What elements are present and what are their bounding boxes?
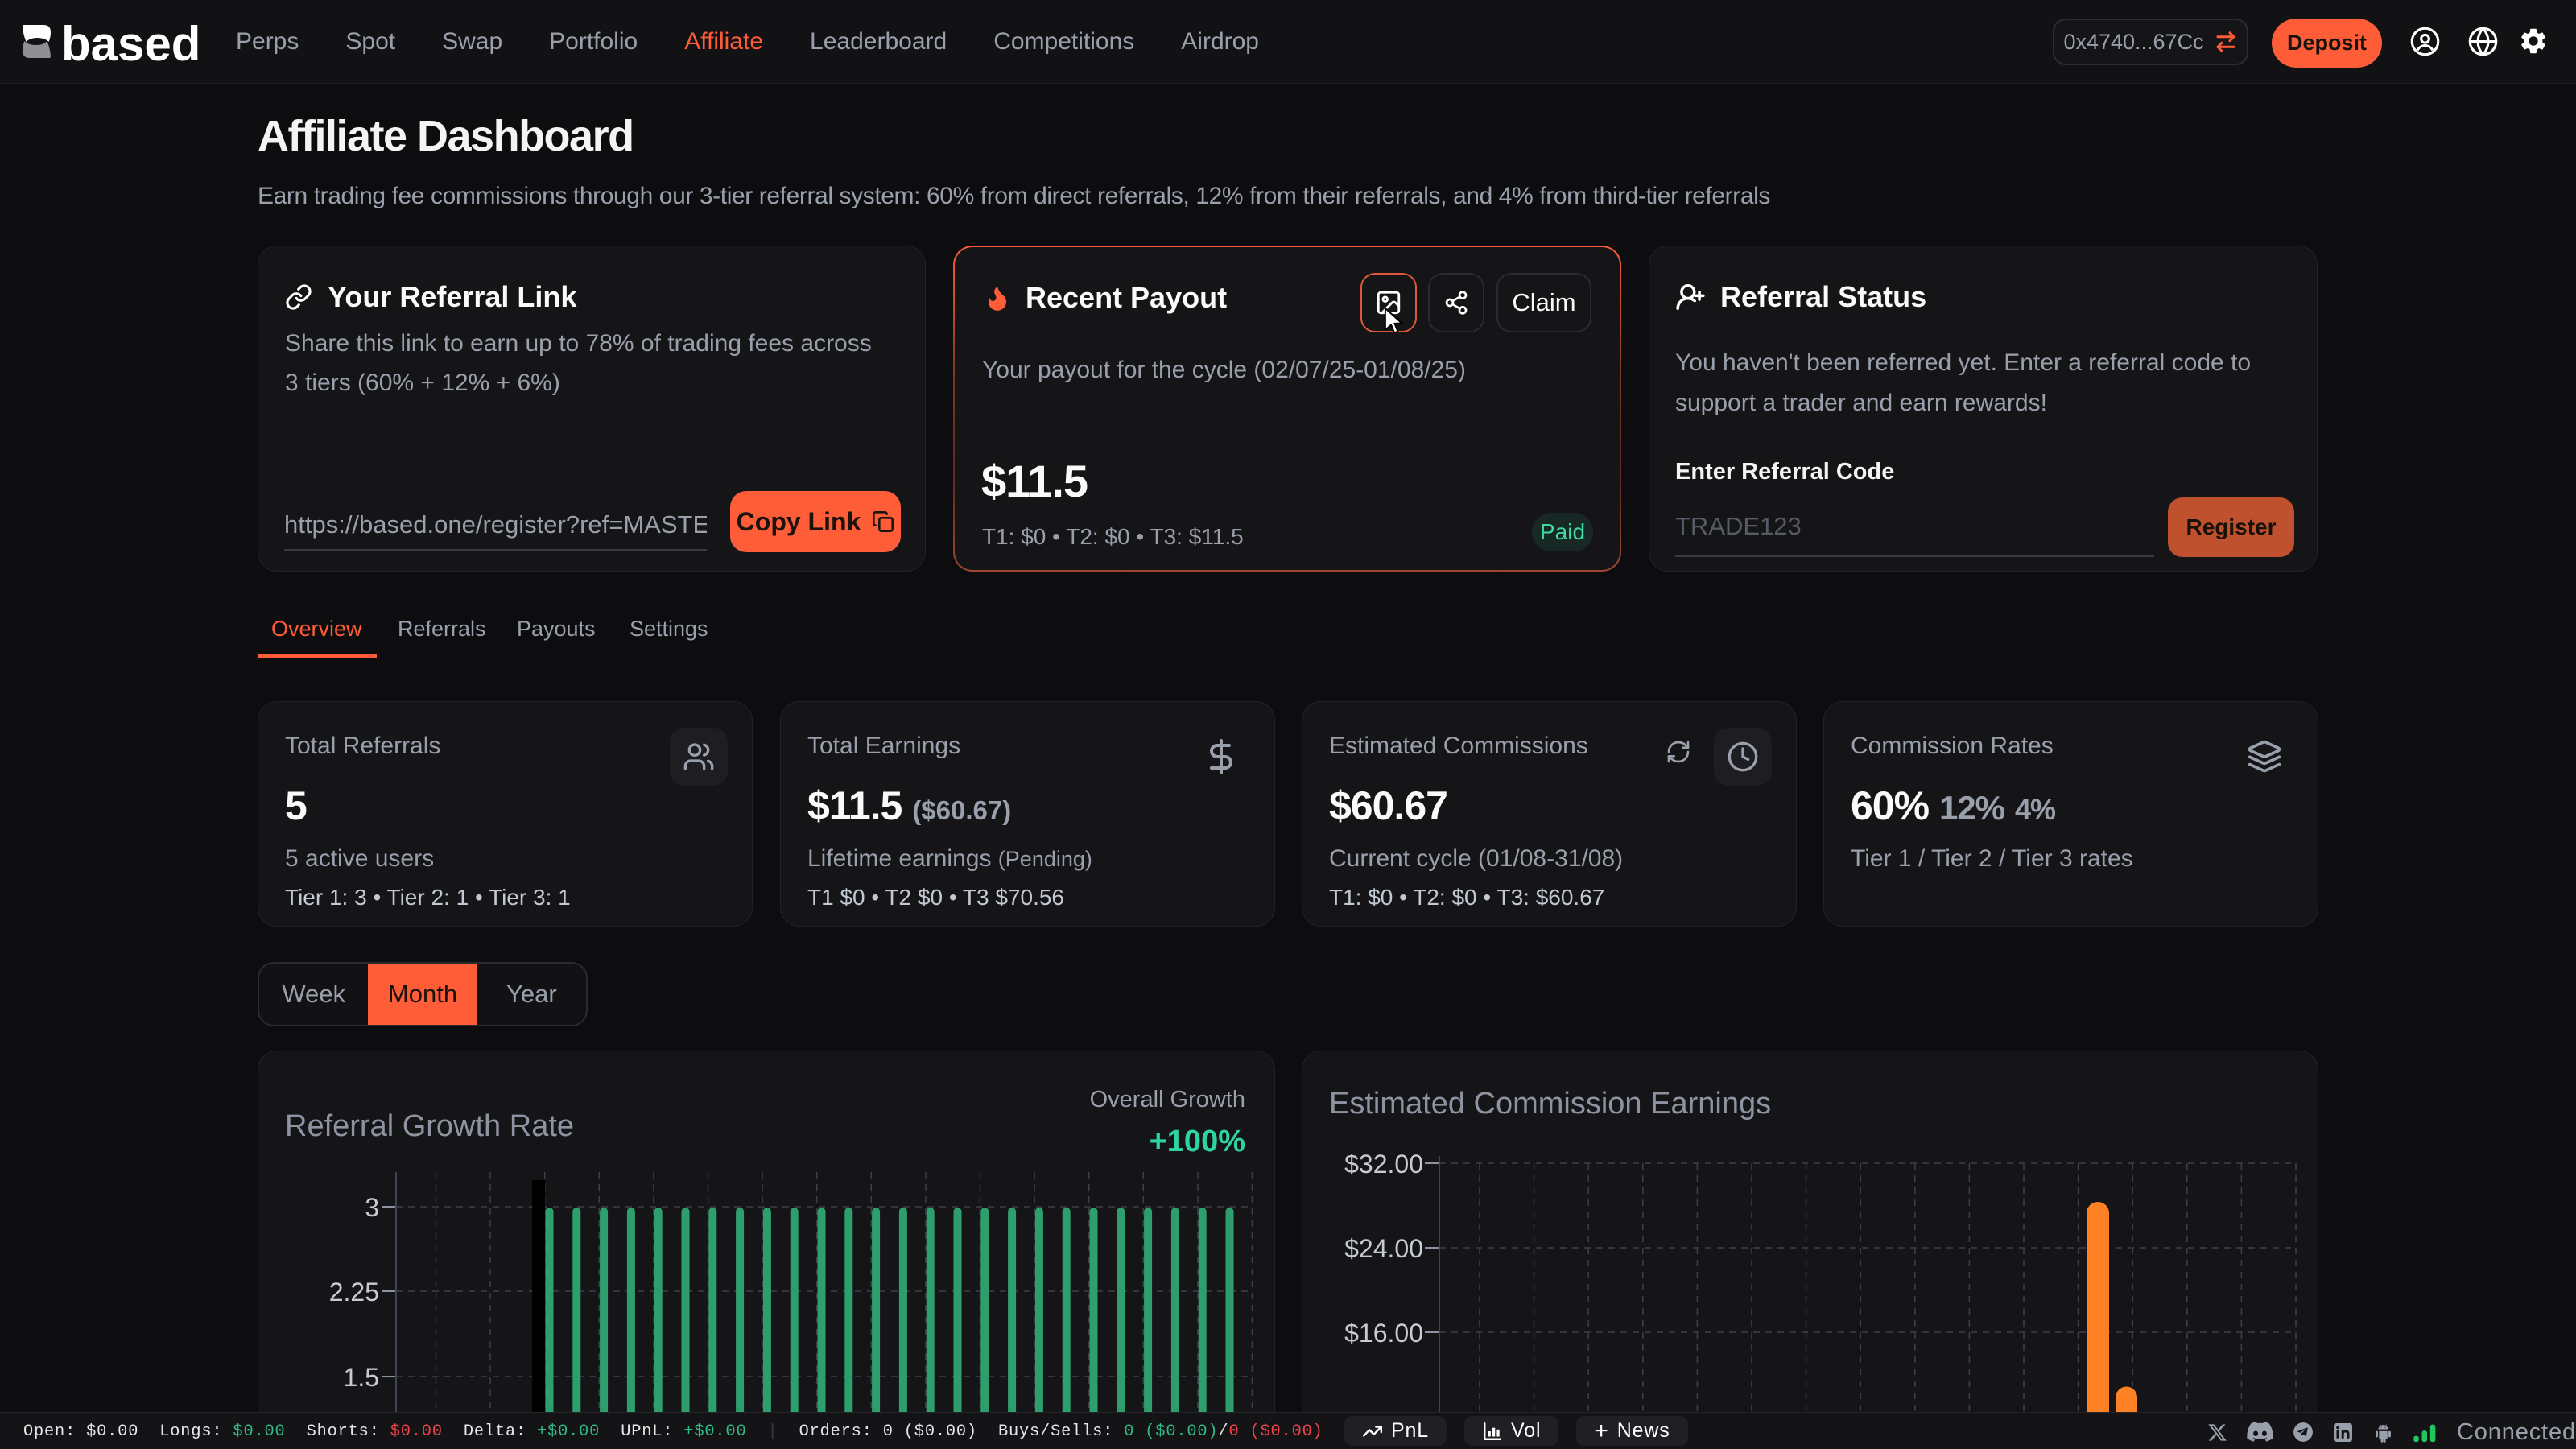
svg-text:$24.00: $24.00 (1344, 1234, 1423, 1263)
svg-text:$16.00: $16.00 (1344, 1319, 1423, 1348)
svg-text:3: 3 (365, 1193, 379, 1222)
svg-text:2.25: 2.25 (329, 1278, 379, 1307)
svg-text:1.5: 1.5 (344, 1363, 379, 1392)
svg-text:$32.00: $32.00 (1344, 1150, 1423, 1179)
